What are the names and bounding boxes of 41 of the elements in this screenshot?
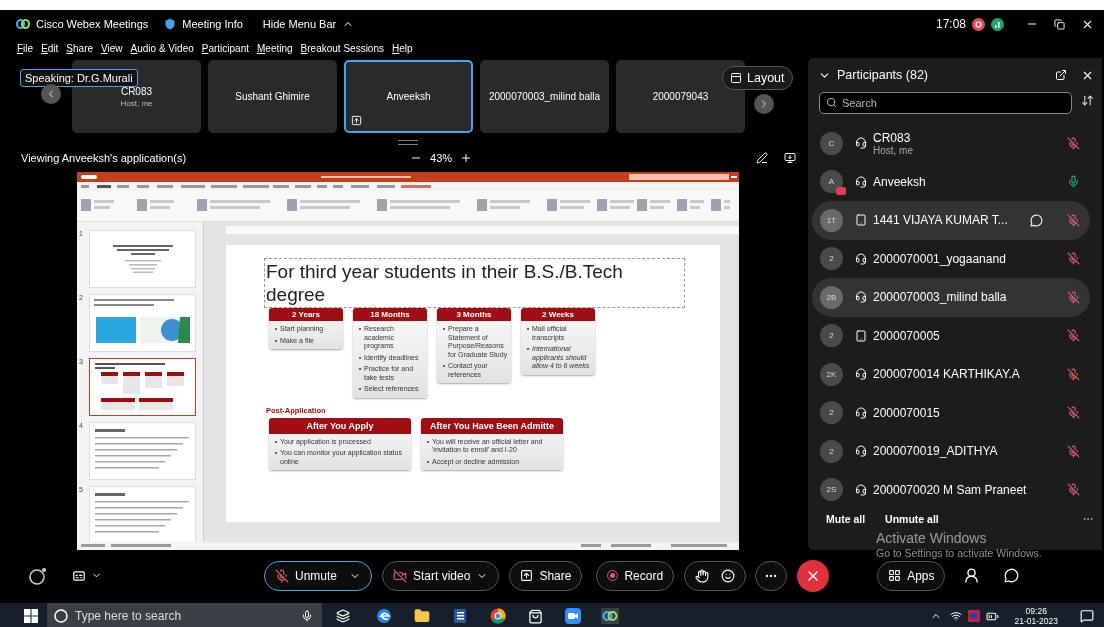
avatar: 2B — [820, 285, 843, 309]
avatar: 1T — [820, 208, 843, 232]
activation-message: Go to Settings to activate Windows. — [876, 547, 1042, 559]
card-heading: 2 Years — [269, 308, 343, 321]
avatar: 2 — [820, 439, 843, 463]
card-heading: 2 Weeks — [521, 308, 595, 321]
participant-name: Anveeksh — [386, 91, 431, 102]
participant-name: CR083 — [120, 85, 153, 97]
participant-name: 2000070003_milind balla — [873, 290, 1008, 305]
participant-name: 2000070001_yogaanand — [873, 251, 1007, 266]
participant-name: 2000070003_milind balla — [488, 91, 601, 102]
avatar: 2S — [820, 478, 843, 502]
participant-name: 1441 VIJAYA KUMAR T... — [873, 213, 1009, 228]
participant-name: 2000070019_ADITHYA — [873, 444, 999, 459]
participant-role: Host, me — [120, 98, 153, 108]
viewing-label: Viewing Anveeksh's application(s) — [21, 151, 187, 164]
participant-name: 2000070020 M Sam Praneet — [873, 482, 1028, 497]
avatar: A — [820, 170, 843, 194]
speaking-tooltip: Speaking: Dr.G.Murali — [20, 69, 138, 87]
clock-time: 17:08 — [935, 17, 966, 31]
participant-name: 2000070015 — [873, 405, 941, 420]
participant-name: Anveeksh — [873, 174, 927, 189]
participant-name: 2000070014 KARTHIKAY.A — [873, 367, 1021, 382]
participant-name: 2000079043 — [652, 91, 709, 102]
avatar: 2 — [820, 324, 843, 348]
card-heading: 3 Months — [437, 308, 511, 321]
participant-name: Sushant Ghimire — [235, 91, 310, 102]
card-heading: 18 Months — [353, 308, 427, 321]
avatar: 2 — [820, 247, 843, 271]
participant-role: Host, me — [873, 144, 914, 156]
zoom-level: 43% — [430, 151, 453, 164]
participant-name: CR083 — [873, 130, 912, 145]
app-title: Cisco Webex Meetings — [36, 18, 149, 30]
card-heading: After You Apply — [269, 417, 411, 434]
avatar: 2K — [820, 362, 843, 386]
activation-title: Activate Windows — [876, 530, 988, 546]
panel-title: Participants (82) — [837, 68, 929, 82]
participant-name: 2000070005 — [873, 328, 941, 343]
card-heading: After You Have Been Admitte — [421, 417, 563, 434]
avatar: C — [820, 131, 843, 155]
avatar: 2 — [820, 401, 843, 425]
